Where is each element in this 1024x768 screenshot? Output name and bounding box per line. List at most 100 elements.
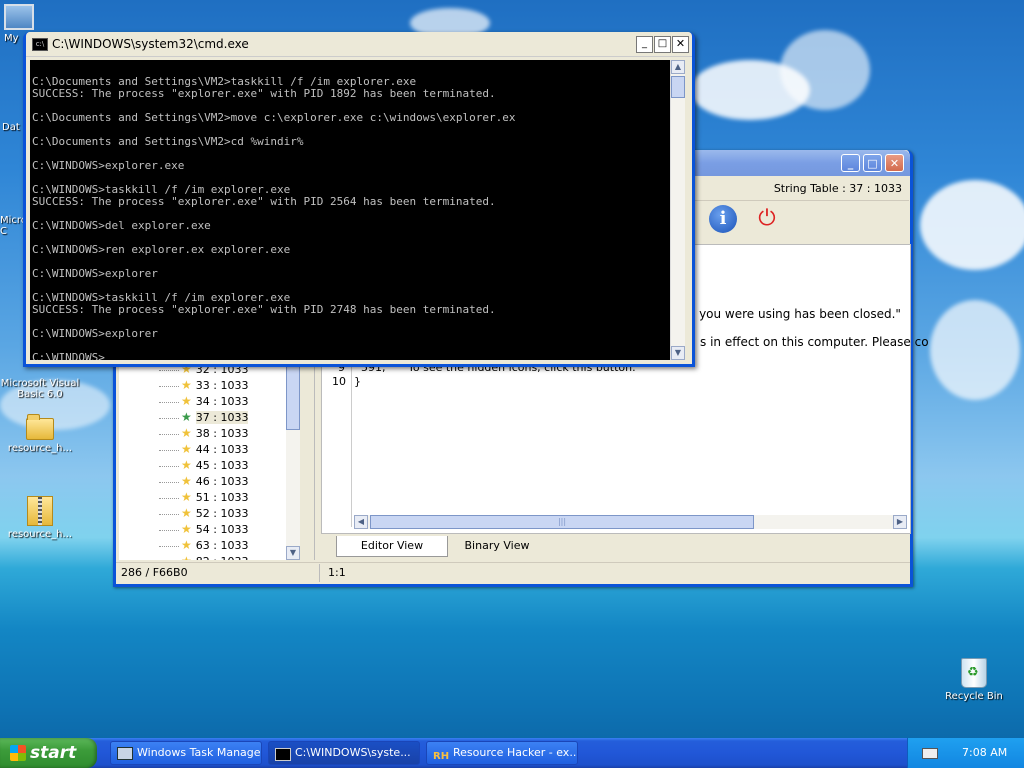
- windows-logo-icon: [10, 745, 26, 761]
- tree-item-label: 51 : 1033: [195, 491, 249, 504]
- tree-connector: [159, 433, 179, 435]
- scroll-up-arrow[interactable]: ▲: [671, 60, 685, 74]
- tree-list: ★ 32 : 1033 ★ 33 : 1033 ★ 34 : 1033 ★ 37 : 1033…: [159, 360, 299, 560]
- clock[interactable]: 7:08 AM: [962, 746, 1007, 759]
- scroll-down-arrow[interactable]: ▼: [286, 546, 300, 560]
- start-label: start: [30, 743, 77, 763]
- star-icon: ★: [181, 474, 192, 488]
- tree-item[interactable]: ★ 54 : 1033: [159, 522, 248, 538]
- desktop-icon-vb6[interactable]: Microsoft Visual Basic 6.0: [0, 367, 80, 400]
- console-output[interactable]: C:\Documents and Settings\VM2>taskkill /…: [30, 60, 670, 360]
- tree-item-label: 54 : 1033: [195, 523, 249, 536]
- desktop-icon-label: resource_h...: [7, 529, 73, 540]
- tree-item[interactable]: ★ 82 : 1033: [159, 554, 248, 560]
- system-tray: 7:08 AM: [907, 738, 1024, 768]
- resource-label: String Table : 37 : 1033: [773, 182, 902, 195]
- resource-tree[interactable]: ★ 32 : 1033 ★ 33 : 1033 ★ 34 : 1033 ★ 37 : 1033…: [119, 360, 300, 560]
- minimize-button[interactable]: _: [841, 154, 860, 172]
- tree-connector: [159, 513, 179, 515]
- star-icon: ★: [181, 426, 192, 440]
- desktop-icon-recycle-bin[interactable]: Recycle Bin: [934, 658, 1014, 702]
- tab-binary-view[interactable]: Binary View: [452, 536, 542, 556]
- tree-item[interactable]: ★ 52 : 1033: [159, 506, 248, 522]
- console-vscroll[interactable]: ▲ ▼: [670, 60, 685, 360]
- console-line: SUCCESS: The process "explorer.exe" with…: [32, 195, 496, 208]
- tab-editor-view[interactable]: Editor View: [336, 536, 448, 557]
- cmd-app-icon: c:\: [32, 38, 48, 51]
- scroll-down-arrow[interactable]: ▼: [671, 346, 685, 360]
- tab-label: Binary View: [464, 539, 530, 552]
- tree-vscroll[interactable]: ▼: [286, 360, 300, 560]
- tree-item[interactable]: ★ 34 : 1033: [159, 394, 248, 410]
- cmd-titlebar[interactable]: c:\ C:\WINDOWS\system32\cmd.exe _ □ ✕: [26, 32, 692, 57]
- tree-item[interactable]: ★ 46 : 1033: [159, 474, 248, 490]
- task-manager-icon: [117, 747, 133, 760]
- console-line: C:\WINDOWS>explorer.exe: [32, 159, 185, 172]
- tree-connector: [159, 481, 179, 483]
- tree-item[interactable]: ★ 38 : 1033: [159, 426, 248, 442]
- desktop-icon-resource-folder[interactable]: resource_h...: [0, 414, 80, 454]
- status-offset: 286 / F66B0: [121, 566, 188, 579]
- star-icon: ★: [181, 490, 192, 504]
- editor-line-text: }: [354, 375, 361, 388]
- tree-connector: [159, 385, 179, 387]
- cmd-title: C:\WINDOWS\system32\cmd.exe: [52, 37, 249, 51]
- console-line: C:\WINDOWS>explorer: [32, 327, 158, 340]
- desktop-icon-label: resource_h...: [7, 443, 73, 454]
- task-label: Windows Task Manager: [137, 746, 262, 759]
- tree-item[interactable]: ★ 33 : 1033: [159, 378, 248, 394]
- scrollbar-thumb[interactable]: [671, 76, 685, 98]
- taskbar-item-cmd[interactable]: C:\WINDOWS\syste...: [268, 741, 420, 765]
- close-button[interactable]: ✕: [672, 36, 689, 53]
- taskbar: start Windows Task Manager C:\WINDOWS\sy…: [0, 738, 1024, 768]
- scrollbar-thumb[interactable]: [286, 360, 300, 430]
- desktop-icon-label: Recycle Bin: [945, 691, 1003, 702]
- folder-icon: [26, 414, 54, 440]
- desktop-icon-label: Microsoft Visual Basic 6.0: [0, 378, 80, 400]
- cmd-window[interactable]: c:\ C:\WINDOWS\system32\cmd.exe _ □ ✕ C:…: [23, 32, 695, 367]
- desktop-icon-microsoft[interactable]: Microsc C: [0, 204, 38, 237]
- console-line: C:\Documents and Settings\VM2>move c:\ex…: [32, 111, 516, 124]
- star-icon: ★: [181, 378, 192, 392]
- cmd-icon: [275, 748, 291, 761]
- tree-item[interactable]: ★ 45 : 1033: [159, 458, 248, 474]
- keyboard-icon[interactable]: [922, 748, 938, 759]
- tab-label: Editor View: [360, 539, 424, 552]
- star-icon: ★: [181, 506, 192, 520]
- desktop-icon-label: Dat: [2, 122, 20, 133]
- console-line: C:\WINDOWS>: [32, 351, 105, 361]
- maximize-button[interactable]: □: [654, 36, 671, 53]
- taskbar-item-task-manager[interactable]: Windows Task Manager: [110, 741, 262, 765]
- tree-item[interactable]: ★ 44 : 1033: [159, 442, 248, 458]
- tree-item[interactable]: ★ 37 : 1033: [159, 410, 249, 426]
- scroll-left-arrow[interactable]: ◀: [354, 515, 368, 529]
- status-bar: 286 / F66B0 1:1: [116, 562, 910, 583]
- tree-item-label: 82 : 1033: [196, 555, 249, 560]
- editor-hscroll[interactable]: ◀ ||| ▶: [354, 515, 907, 529]
- star-icon: ★: [181, 458, 192, 472]
- star-icon: ★: [181, 522, 192, 536]
- desktop-icon-resource-zip[interactable]: resource_h...: [0, 496, 80, 540]
- taskbar-item-resource-hacker[interactable]: RH Resource Hacker - ex...: [426, 741, 578, 765]
- console-line: SUCCESS: The process "explorer.exe" with…: [32, 87, 496, 100]
- console-line: C:\WINDOWS>del explorer.exe: [32, 219, 211, 232]
- maximize-button[interactable]: □: [863, 154, 882, 172]
- task-label: C:\WINDOWS\syste...: [295, 746, 411, 759]
- tree-item-label: 63 : 1033: [195, 539, 249, 552]
- tree-item[interactable]: ★ 63 : 1033: [159, 538, 248, 554]
- start-button[interactable]: start: [0, 738, 97, 768]
- star-icon: ★: [181, 538, 192, 552]
- minimize-button[interactable]: _: [636, 36, 653, 53]
- console-line: C:\Documents and Settings\VM2>cd %windir…: [32, 135, 304, 148]
- close-button[interactable]: ✕: [885, 154, 904, 172]
- tree-connector: [159, 465, 179, 467]
- info-icon[interactable]: i: [709, 205, 737, 233]
- recycle-bin-icon: [961, 658, 987, 688]
- scrollbar-thumb[interactable]: |||: [370, 515, 754, 529]
- tree-item-label: 44 : 1033: [195, 443, 249, 456]
- splitter[interactable]: [314, 360, 321, 560]
- tree-connector: [159, 369, 179, 371]
- tree-item[interactable]: ★ 51 : 1033: [159, 490, 248, 506]
- scroll-right-arrow[interactable]: ▶: [893, 515, 907, 529]
- power-icon[interactable]: ⏻: [753, 205, 781, 233]
